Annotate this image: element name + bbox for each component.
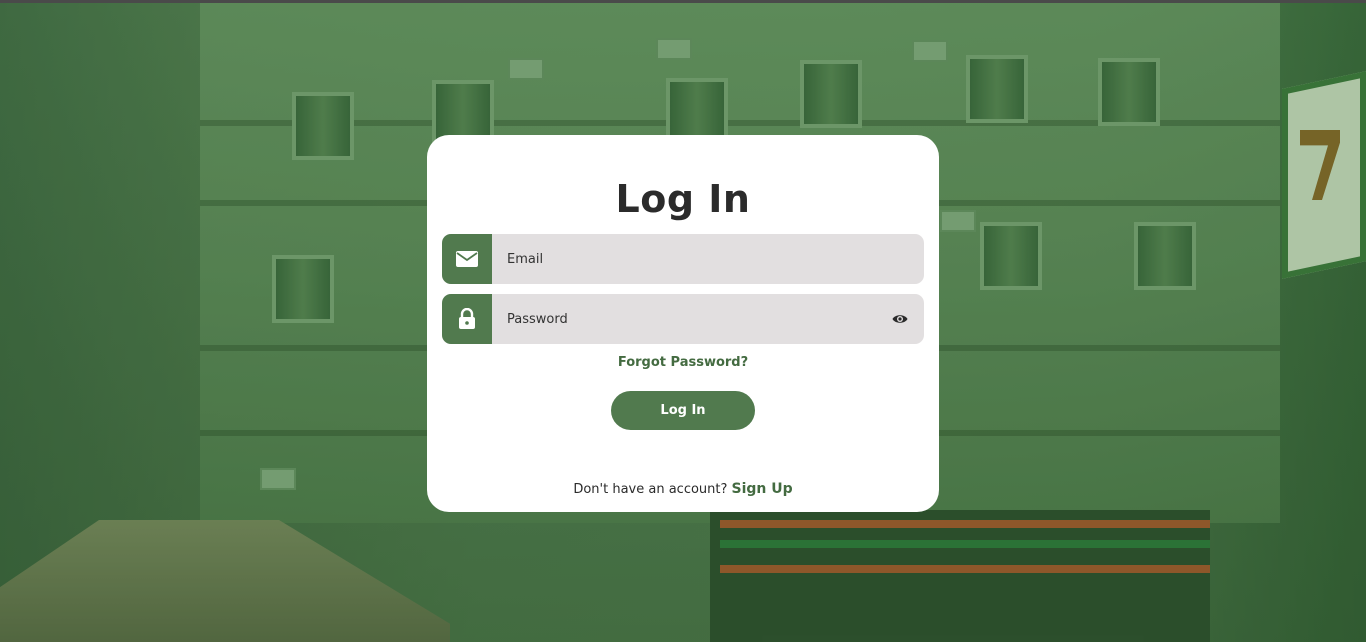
forgot-password-row: Forgot Password? [427,355,939,370]
signup-link[interactable]: Sign Up [732,481,793,497]
signup-prompt: Don't have an account? [573,482,732,497]
password-field-group [442,294,924,344]
eye-icon[interactable] [892,311,908,327]
lock-icon-glyph [459,308,475,329]
forgot-password-link[interactable]: Forgot Password? [618,355,748,370]
lock-icon [442,294,492,344]
login-card: Log In Forgot Password? [427,135,939,512]
page-title: Log In [615,177,751,221]
mail-icon-glyph [456,251,478,267]
email-input[interactable] [492,234,887,284]
signup-row: Don't have an account? Sign Up [427,481,939,497]
login-button[interactable]: Log In [611,391,755,430]
password-input[interactable] [492,294,887,344]
email-field-group [442,234,924,284]
eye-icon-glyph [892,315,908,323]
mail-icon [442,234,492,284]
